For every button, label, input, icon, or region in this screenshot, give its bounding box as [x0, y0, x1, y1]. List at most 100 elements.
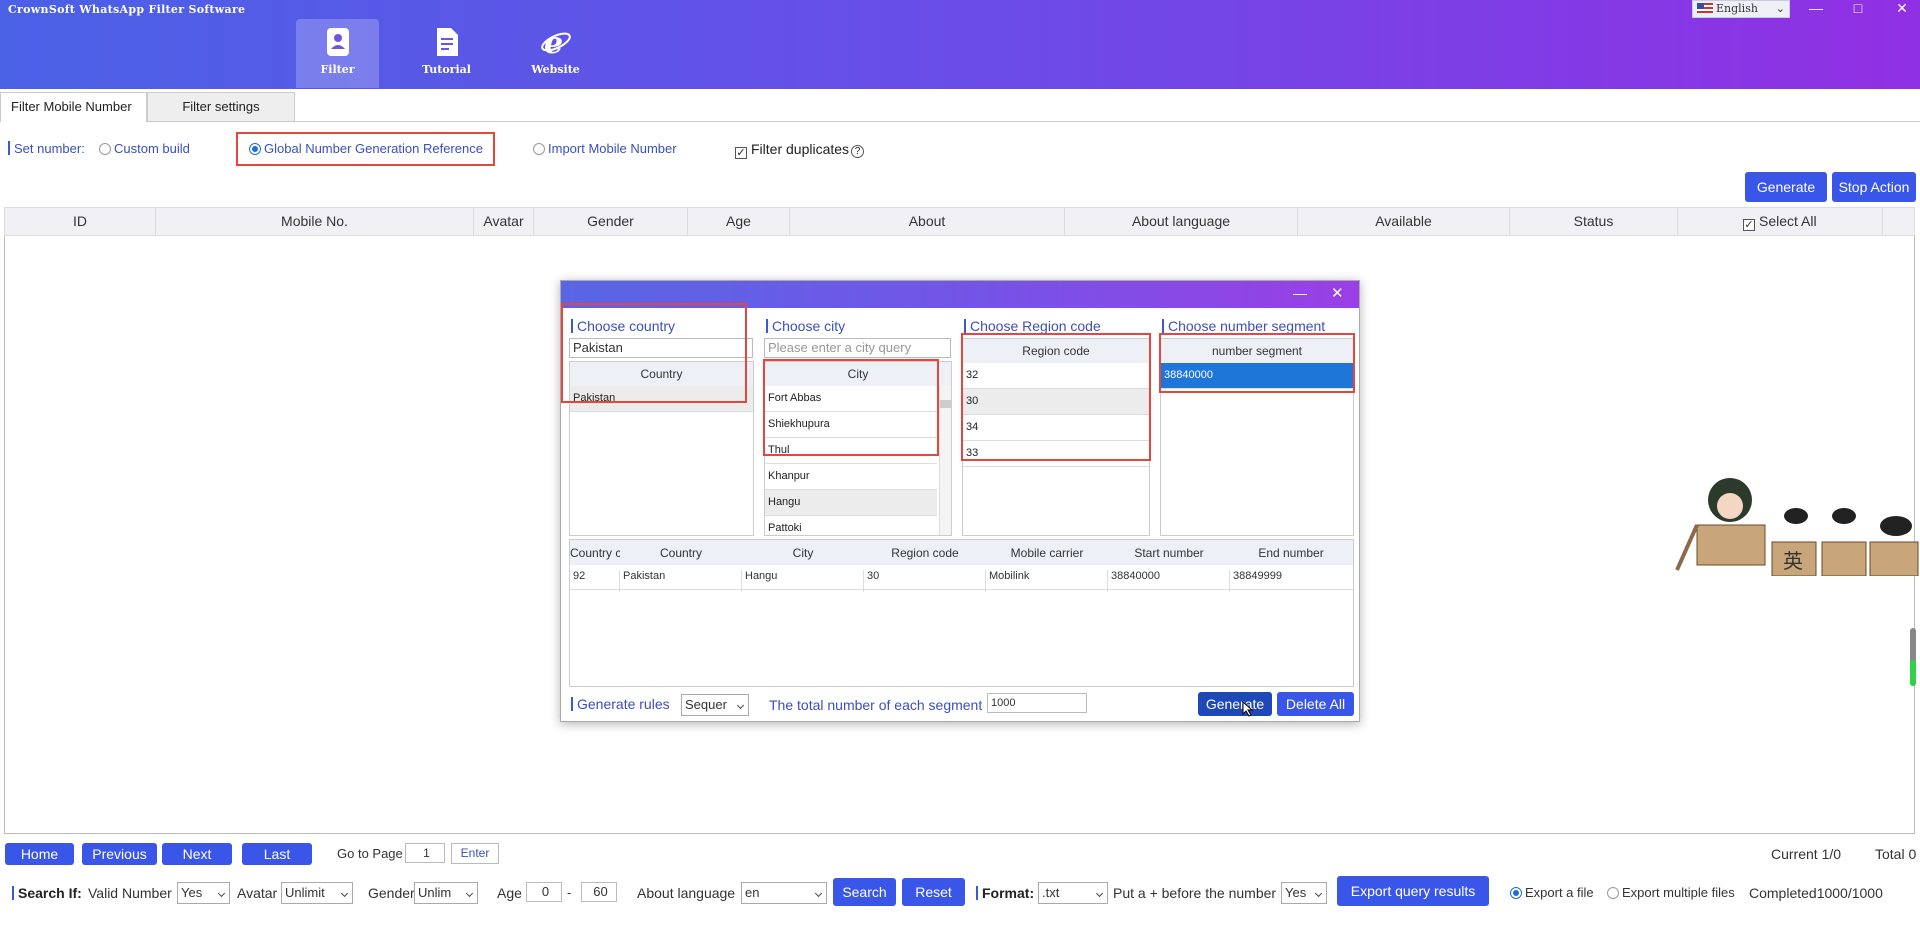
- column-about[interactable]: About: [790, 208, 1065, 235]
- dialog-close-icon[interactable]: ✕: [1331, 284, 1344, 302]
- column-about-language[interactable]: About language: [1065, 208, 1298, 235]
- dialog-titlebar: — ✕: [561, 281, 1359, 308]
- list-item[interactable]: Pakistan: [570, 386, 753, 412]
- column-status[interactable]: Status: [1510, 208, 1678, 235]
- document-icon: [436, 28, 458, 56]
- column-available[interactable]: Available: [1298, 208, 1510, 235]
- about-language-select[interactable]: en: [741, 882, 827, 904]
- page-input[interactable]: 1: [405, 843, 445, 863]
- list-item[interactable]: Hangu: [765, 490, 937, 516]
- format-label: Format:: [976, 885, 1034, 901]
- list-item[interactable]: 30: [963, 389, 1149, 415]
- tab-filter-settings[interactable]: Filter settings: [147, 92, 295, 122]
- stop-action-button[interactable]: Stop Action: [1832, 172, 1916, 202]
- radio-selected-icon: [249, 143, 261, 155]
- svg-text:e: e: [544, 27, 563, 57]
- column-age[interactable]: Age: [688, 208, 790, 235]
- list-item-selected[interactable]: 38840000: [1161, 363, 1353, 389]
- choose-city-label: Choose city: [766, 318, 845, 334]
- enter-button[interactable]: Enter: [451, 843, 499, 864]
- total-segment-input[interactable]: 1000: [987, 693, 1087, 713]
- export-results-button[interactable]: Export query results: [1337, 876, 1489, 906]
- about-language-label: About language: [637, 885, 736, 901]
- generate-button[interactable]: Generate: [1745, 172, 1827, 202]
- previous-button[interactable]: Previous: [82, 843, 157, 865]
- tab-filter-mobile-number[interactable]: Filter Mobile Number: [0, 92, 147, 122]
- svg-text:英: 英: [1783, 549, 1803, 573]
- gender-select[interactable]: Unlim: [414, 882, 478, 904]
- current-page-label: Current 1/0: [1771, 846, 1842, 862]
- filter-duplicates-checkbox[interactable]: ✓ Filter duplicates?: [735, 141, 865, 159]
- maximize-button[interactable]: □: [1846, 0, 1870, 16]
- age-from-input[interactable]: 0: [526, 882, 562, 902]
- dialog-minimize-icon[interactable]: —: [1293, 285, 1307, 301]
- last-button[interactable]: Last: [242, 843, 312, 865]
- help-icon[interactable]: ?: [851, 145, 865, 158]
- plus-prefix-label: Put a + before the number: [1113, 885, 1277, 901]
- number-generation-dialog: — ✕ Choose country Pakistan Country Paki…: [560, 280, 1360, 722]
- table-row[interactable]: 92 Pakistan Hangu 30 Mobilink 38840000 3…: [570, 565, 1353, 592]
- export-multiple-radio[interactable]: Export multiple files: [1607, 885, 1735, 900]
- generate-rules-select[interactable]: Sequer: [681, 694, 749, 716]
- city-list-header: City: [765, 362, 951, 386]
- list-item[interactable]: Pattoki: [765, 516, 937, 535]
- nav-website-button[interactable]: e Website: [514, 19, 597, 88]
- nav-filter-button[interactable]: Filter: [296, 19, 379, 88]
- checkbox-checked-icon: ✓: [1743, 219, 1755, 231]
- nav-tutorial-button[interactable]: Tutorial: [405, 19, 488, 88]
- checkbox-checked-icon: ✓: [735, 147, 747, 159]
- gender-label: Gender: [368, 885, 415, 901]
- choose-country-label: Choose country: [571, 318, 675, 334]
- country-input[interactable]: Pakistan: [569, 338, 753, 358]
- column-id[interactable]: ID: [5, 208, 156, 235]
- close-button[interactable]: ✕: [1890, 0, 1914, 17]
- search-button[interactable]: Search: [833, 878, 896, 906]
- dialog-generate-button[interactable]: Generate: [1198, 692, 1272, 716]
- age-to-input[interactable]: 60: [581, 882, 617, 902]
- chevron-down-icon: ⌄: [1775, 2, 1785, 15]
- list-item[interactable]: Shiekhupura: [765, 412, 937, 438]
- city-scrollbar[interactable]: [939, 386, 951, 535]
- home-button[interactable]: Home: [5, 843, 74, 865]
- generate-rules-label: Generate rules: [571, 696, 670, 712]
- column-gender[interactable]: Gender: [534, 208, 688, 235]
- language-select[interactable]: English ⌄: [1692, 0, 1790, 18]
- column-avatar[interactable]: Avatar: [474, 208, 534, 235]
- choose-region-label: Choose Region code: [964, 318, 1101, 334]
- format-select[interactable]: .txt: [1038, 882, 1108, 904]
- radio-import-mobile[interactable]: Import Mobile Number: [533, 141, 677, 156]
- set-number-label: Set number:: [8, 141, 85, 156]
- valid-number-label: Valid Number: [88, 885, 172, 901]
- valid-number-select[interactable]: Yes: [177, 882, 230, 904]
- segment-list-header: number segment: [1161, 339, 1353, 363]
- select-all-checkbox[interactable]: ✓ Select All: [1678, 208, 1883, 235]
- region-list-header: Region code: [963, 339, 1149, 363]
- list-item[interactable]: 32: [963, 363, 1149, 389]
- export-file-radio[interactable]: Export a file: [1510, 885, 1594, 900]
- nav-tutorial-label: Tutorial: [422, 63, 471, 76]
- minimize-button[interactable]: —: [1804, 0, 1828, 16]
- list-item[interactable]: 33: [963, 441, 1149, 467]
- list-item[interactable]: Khanpur: [765, 464, 937, 490]
- city-list: City Fort Abbas Shiekhupura Thul Khanpur…: [764, 361, 952, 536]
- delete-all-button[interactable]: Delete All: [1277, 692, 1354, 716]
- contact-book-icon: [326, 28, 349, 56]
- language-label: English: [1716, 2, 1758, 15]
- scrollbar-thumb[interactable]: [940, 400, 951, 408]
- list-item[interactable]: 34: [963, 415, 1149, 441]
- plus-prefix-select[interactable]: Yes: [1281, 882, 1327, 904]
- mascot-decoration: 英: [1675, 478, 1919, 576]
- list-item[interactable]: Thul: [765, 438, 937, 464]
- reset-button[interactable]: Reset: [902, 878, 965, 906]
- avatar-select[interactable]: Unlimit: [281, 882, 353, 904]
- radio-custom-build[interactable]: Custom build: [99, 141, 190, 156]
- country-list: Country Pakistan: [569, 361, 754, 536]
- column-mobile[interactable]: Mobile No.: [156, 208, 474, 235]
- next-button[interactable]: Next: [162, 843, 232, 865]
- radio-icon: [1607, 887, 1619, 899]
- radio-icon: [99, 143, 111, 155]
- city-search-input[interactable]: Please enter a city query: [764, 338, 951, 358]
- radio-global-reference[interactable]: Global Number Generation Reference: [249, 141, 483, 156]
- completed-status: Completed1000/1000: [1749, 885, 1883, 901]
- list-item[interactable]: Fort Abbas: [765, 386, 937, 412]
